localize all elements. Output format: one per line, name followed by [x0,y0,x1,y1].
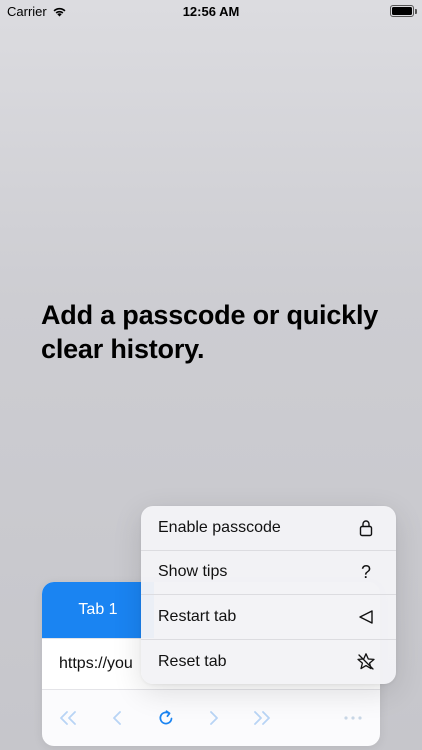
menu-item-restart-tab[interactable]: Restart tab [141,595,396,640]
menu-item-reset-tab[interactable]: Reset tab [141,640,396,685]
menu-item-label: Enable passcode [158,518,281,536]
menu-item-enable-passcode[interactable]: Enable passcode [141,506,396,551]
chevron-left-icon[interactable] [97,690,137,746]
url-text: https://you [59,655,133,672]
menu-item-label: Show tips [158,563,228,581]
headline: Add a passcode or quickly clear history. [41,300,379,364]
tab-1[interactable]: Tab 1 [42,582,154,638]
double-chevron-right-icon[interactable] [242,690,282,746]
menu-item-label: Reset tab [158,652,227,670]
chevron-right-icon[interactable] [194,690,234,746]
browser-toolbar [42,690,380,746]
more-icon[interactable] [333,690,373,746]
status-time: 12:56 AM [182,4,240,19]
lock-icon [356,518,376,538]
menu-item-label: Restart tab [158,607,237,625]
question-icon: ? [360,561,371,582]
menu-item-show-tips[interactable]: Show tips ? [141,551,396,595]
reload-icon[interactable] [146,690,186,746]
star-slash-icon [356,652,376,672]
status-bar: Carrier 12:56 AM [0,0,422,22]
double-chevron-left-icon[interactable] [48,690,88,746]
triangle-left-icon [356,607,376,627]
context-menu: Enable passcode Show tips ? Restart tab … [141,506,396,684]
battery-icon [390,5,417,17]
